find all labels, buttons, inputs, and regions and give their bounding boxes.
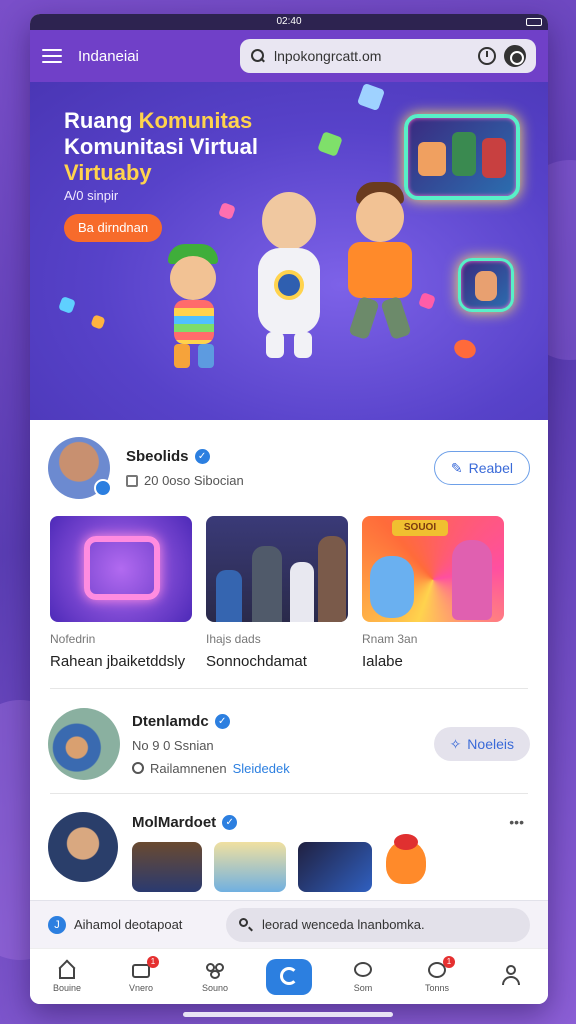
- channel-name: Dtenlamdc: [132, 712, 209, 730]
- profile-row[interactable]: Sbeolids ✓ 20 0oso Sibocian ✎ Reabel: [30, 420, 548, 502]
- notification-badge: 1: [147, 956, 159, 968]
- verified-check-icon: ✓: [222, 815, 238, 830]
- notification-badge: 1: [443, 956, 455, 968]
- profile-icon: [500, 965, 522, 985]
- notify-button[interactable]: ✧ Noeleis: [433, 727, 530, 761]
- check-circle-icon: [132, 762, 144, 774]
- profile-name-row: Sbeolids ✓: [126, 448, 244, 465]
- tab-notifications[interactable]: 1 Tonns: [409, 956, 465, 993]
- creator-name-row: MolMardoet ✓: [132, 814, 238, 831]
- phone-screen: 02:40 Indaneiai lnpokongrcatt.om Ruang K…: [30, 14, 548, 1004]
- groups-icon: [204, 960, 226, 980]
- battery-icon: [526, 18, 542, 26]
- timer-icon[interactable]: [478, 47, 496, 65]
- card-title: Sonnochdamat: [206, 653, 307, 670]
- avatar[interactable]: [48, 708, 120, 780]
- tab-chat[interactable]: Som: [335, 960, 391, 993]
- tab-create[interactable]: [261, 958, 317, 995]
- tab-bar: Bouine 1 Vnero Souno Som 1 Tonns: [30, 948, 548, 1004]
- video-frame-image: [404, 114, 520, 200]
- pencil-icon: ✎: [450, 459, 463, 476]
- photo-frame-image: [458, 258, 514, 312]
- status-bar: 02:40: [30, 14, 548, 30]
- cartoon-girl: [452, 540, 492, 620]
- bottom-search-input[interactable]: leorad wenceda lnanbomka.: [226, 907, 530, 942]
- app-icon: J: [48, 915, 66, 934]
- group-photo-thumbnail[interactable]: [206, 516, 348, 622]
- channel-meta-2: Railamnenen Sleidedek: [132, 761, 290, 776]
- avatar[interactable]: [48, 437, 112, 499]
- profile-meta: 20 0oso Sibocian: [126, 473, 244, 488]
- menu-icon[interactable]: [42, 49, 62, 63]
- tab-video[interactable]: 1 Vnero: [113, 956, 169, 993]
- status-time: 02:40: [276, 16, 302, 27]
- calendar-icon: [126, 474, 138, 487]
- feed: Sbeolids ✓ 20 0oso Sibocian ✎ Reabel Nof…: [30, 420, 548, 892]
- hero-cta-button[interactable]: Ba dirndnan: [64, 214, 163, 242]
- hero-banner: Ruang Komunitas Komunitasi Virtual Virtu…: [30, 82, 548, 420]
- home-icon: [56, 959, 78, 980]
- bottom-search-bar: J Aihamol deotapoat leorad wenceda lnanb…: [30, 900, 548, 948]
- hero-title: Ruang Komunitas Komunitasi Virtual Virtu…: [64, 108, 258, 185]
- app-brand: Indaneiai: [78, 47, 139, 65]
- tab-home[interactable]: Bouine: [39, 959, 95, 993]
- music-thumbnail[interactable]: [50, 516, 192, 622]
- record-icon[interactable]: [504, 45, 526, 67]
- cartoon-sticker: [386, 834, 426, 884]
- top-bar: Indaneiai lnpokongrcatt.om: [30, 30, 548, 82]
- card-caption: Ihajs dads: [206, 632, 261, 646]
- sparkle-icon: [218, 202, 236, 220]
- search-icon: [238, 917, 254, 933]
- card-caption: Nofedrin: [50, 632, 96, 646]
- thumbnail[interactable]: [214, 842, 286, 892]
- sparkle-icon: [317, 131, 343, 157]
- sparkle-icon: [90, 314, 106, 330]
- creator-row[interactable]: MolMardoet ✓ •••: [30, 794, 548, 892]
- media-cards: Nofedrin Rahean jbaiketddsly Ihajs dads …: [30, 502, 548, 670]
- search-query[interactable]: lnpokongrcatt.om: [274, 48, 470, 64]
- verified-check-icon: ✓: [214, 713, 230, 729]
- hero-subtitle: A/0 sinpir: [64, 188, 119, 203]
- avatar[interactable]: [48, 812, 118, 882]
- create-icon: [266, 958, 312, 995]
- cartoon-thumbnail[interactable]: SOUOI: [362, 516, 504, 622]
- channel-name-row: Dtenlamdc ✓: [132, 713, 290, 730]
- verified-check-icon: ✓: [194, 449, 210, 464]
- search-bar[interactable]: lnpokongrcatt.om: [240, 39, 536, 73]
- sparkle-icon: [356, 82, 386, 112]
- card-title: Ialabe: [362, 653, 403, 670]
- thumbnail[interactable]: [132, 842, 202, 892]
- cartoon-creature: [370, 556, 414, 618]
- media-card[interactable]: Ihajs dads Sonnochdamat: [206, 516, 348, 670]
- channel-meta: No 9 0 Ssnian: [132, 737, 214, 753]
- bottom-search-label: Aihamol deotapoat: [74, 917, 183, 932]
- creator-name: MolMardoet: [132, 814, 217, 831]
- media-card[interactable]: Nofedrin Rahean jbaiketddsly: [50, 516, 192, 670]
- channel-row[interactable]: Dtenlamdc ✓ No 9 0 Ssnian Railamnenen Sl…: [30, 689, 548, 793]
- music-note-icon: [84, 536, 160, 600]
- profile-name: Sbeolids: [126, 448, 189, 465]
- follow-button[interactable]: ✎ Reabel: [433, 451, 530, 485]
- heart-icon: [451, 336, 479, 362]
- home-indicator[interactable]: [183, 1012, 393, 1017]
- card-title: Rahean jbaiketddsly: [50, 653, 186, 670]
- sparkle-icon: [418, 292, 436, 310]
- bell-icon: ✧: [449, 735, 462, 752]
- sparkle-icon: [58, 296, 76, 314]
- chat-icon: [352, 960, 374, 980]
- card-caption: Rnam 3an: [362, 632, 418, 646]
- tab-groups[interactable]: Souno: [187, 960, 243, 993]
- media-card[interactable]: SOUOI Rnam 3an Ialabe: [362, 516, 504, 670]
- tab-profile[interactable]: [483, 965, 539, 988]
- search-icon: [250, 48, 266, 64]
- thumbnail[interactable]: [298, 842, 372, 892]
- sign-label: SOUOI: [392, 520, 448, 536]
- more-options-icon[interactable]: •••: [509, 814, 524, 830]
- verified-badge-icon: [94, 479, 112, 497]
